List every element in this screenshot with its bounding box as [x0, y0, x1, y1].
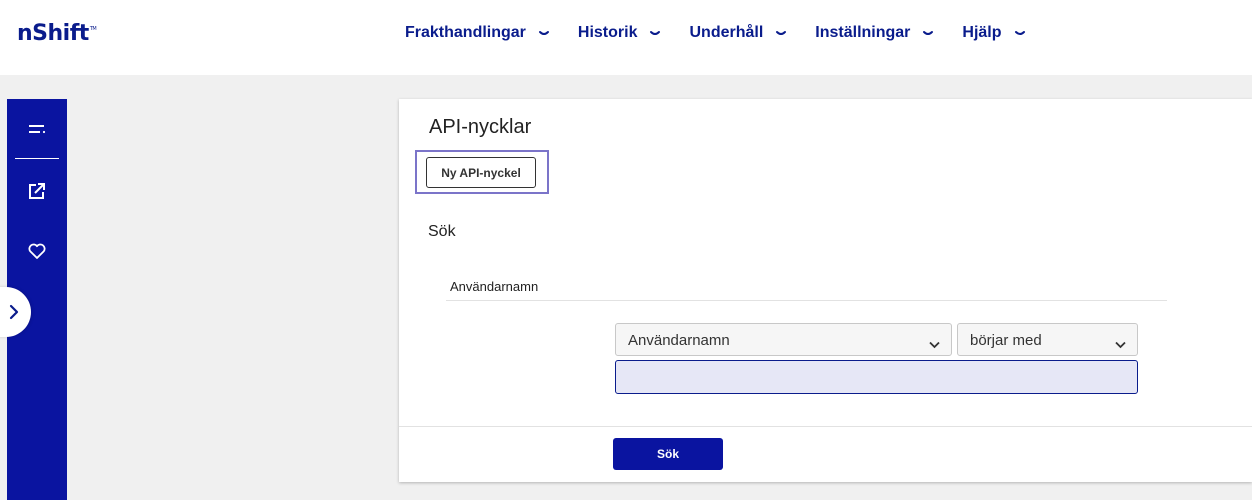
favorites-heart-icon[interactable]: [27, 241, 47, 261]
chevron-down-icon: [775, 28, 787, 38]
nav-item-label: Frakthandlingar: [405, 24, 526, 41]
nav-item-installningar[interactable]: Inställningar: [815, 24, 934, 42]
search-heading: Sök: [428, 223, 456, 240]
nav-item-hjalp[interactable]: Hjälp: [962, 24, 1025, 42]
chevron-down-icon: [538, 28, 550, 38]
new-api-key-button[interactable]: Ny API-nyckel: [426, 157, 536, 188]
nav-item-label: Hjälp: [962, 24, 1002, 41]
api-keys-panel: API-nycklar Ny API-nyckel Sök Användarna…: [399, 99, 1252, 482]
chevron-down-icon: [922, 28, 934, 38]
chevron-down-icon: [1115, 336, 1126, 349]
top-navigation-bar: nShiftTM Frakthandlingar Historik Underh…: [0, 0, 1252, 75]
nshift-logo[interactable]: nShiftTM: [17, 21, 97, 46]
field-divider: [446, 300, 1167, 301]
search-field-select[interactable]: Användarnamn: [615, 323, 952, 356]
search-field-select-value: Användarnamn: [628, 332, 730, 349]
nav-item-historik[interactable]: Historik: [578, 24, 662, 42]
nav-item-label: Underhåll: [689, 24, 764, 41]
nav-item-frakthandlingar[interactable]: Frakthandlingar: [405, 24, 550, 42]
search-operator-select[interactable]: börjar med: [957, 323, 1138, 356]
brand-name: nShift: [17, 21, 89, 46]
username-field-label: Användarnamn: [450, 279, 539, 294]
chevron-down-icon: [649, 28, 661, 38]
sidebar-divider: [15, 158, 59, 159]
nav-item-underhall[interactable]: Underhåll: [689, 24, 787, 42]
search-button[interactable]: Sök: [613, 438, 723, 470]
footer-divider: [399, 426, 1252, 427]
search-operator-select-value: börjar med: [970, 332, 1042, 349]
chevron-down-icon: [1014, 28, 1026, 38]
nav-item-label: Historik: [577, 24, 638, 41]
nav-item-label: Inställningar: [815, 24, 911, 41]
search-input[interactable]: [615, 360, 1138, 394]
main-menu: Frakthandlingar Historik Underhåll Instä…: [405, 24, 1054, 42]
chevron-down-icon: [929, 336, 940, 349]
share-icon[interactable]: [27, 181, 47, 201]
trademark-mark: TM: [89, 26, 97, 32]
menu-collapse-icon[interactable]: [27, 119, 47, 139]
page-title: API-nycklar: [429, 116, 532, 138]
